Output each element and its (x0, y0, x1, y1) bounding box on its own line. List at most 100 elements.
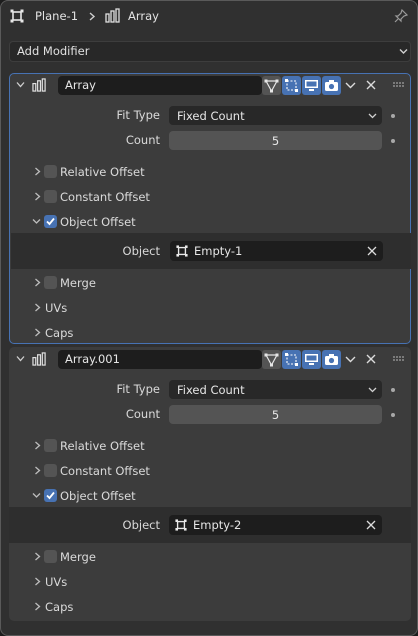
modifier-wrench-icon (105, 8, 120, 23)
extra-options-chevron-icon[interactable] (345, 356, 356, 363)
animate-property-dot[interactable] (391, 413, 395, 417)
expand-chevron-icon[interactable] (34, 278, 41, 287)
edit-mode-toggle[interactable] (262, 350, 281, 369)
constant-offset-checkbox[interactable] (44, 464, 57, 477)
modifier-name-field[interactable]: Array (58, 76, 262, 95)
object-field[interactable]: Empty-1 (170, 241, 383, 261)
object-offset-checkbox[interactable] (44, 215, 57, 228)
expand-chevron-icon[interactable] (34, 167, 41, 176)
fit-type-value: Fixed Count (177, 383, 245, 397)
camera-icon (325, 354, 338, 365)
object-offset-label: Object Offset (60, 215, 136, 229)
add-modifier-label: Add Modifier (17, 44, 90, 58)
relative-offset-checkbox[interactable] (44, 165, 57, 178)
realtime-toggle[interactable] (302, 350, 321, 369)
modifier-name-field[interactable]: Array.001 (58, 350, 262, 369)
expand-chevron-icon[interactable] (34, 466, 41, 475)
object-label: Object (122, 244, 160, 258)
clear-icon[interactable] (367, 246, 377, 256)
monitor-icon (305, 80, 318, 91)
fit-type-label: Fit Type (116, 108, 160, 122)
caps-label[interactable]: Caps (45, 326, 73, 340)
drag-handle-icon[interactable] (393, 356, 405, 362)
count-field[interactable]: 5 (169, 405, 382, 424)
add-modifier-dropdown[interactable]: Add Modifier (9, 41, 411, 62)
edit-mode-icon (264, 353, 279, 367)
merge-label: Merge (60, 276, 96, 290)
checkmark-icon (46, 217, 55, 226)
edit-mode-icon (264, 79, 279, 93)
render-toggle[interactable] (322, 76, 341, 95)
merge-checkbox[interactable] (44, 550, 57, 563)
expand-chevron-icon[interactable] (34, 303, 41, 312)
collapse-chevron-icon[interactable] (16, 355, 25, 363)
chevron-down-icon (368, 113, 377, 119)
constant-offset-label: Constant Offset (60, 464, 150, 478)
checkmark-icon (46, 491, 55, 500)
uvs-label[interactable]: UVs (45, 301, 67, 315)
constant-offset-label: Constant Offset (60, 190, 150, 204)
object-value: Empty-2 (193, 518, 242, 532)
expand-chevron-icon[interactable] (34, 552, 41, 561)
array-modifier-icon (32, 78, 46, 92)
expand-chevron-icon[interactable] (34, 602, 41, 611)
collapse-chevron-icon[interactable] (32, 492, 41, 499)
extra-options-chevron-icon[interactable] (345, 82, 356, 89)
realtime-toggle[interactable] (302, 76, 321, 95)
close-icon[interactable] (366, 80, 376, 90)
breadcrumb-modifier-name[interactable]: Array (128, 9, 159, 23)
object-field[interactable]: Empty-2 (169, 515, 382, 535)
modifier-panel-array: Array Fit Type Fixed Count Count 5 Relat… (9, 73, 411, 344)
on-cage-toggle[interactable] (282, 350, 301, 369)
animate-property-dot[interactable] (391, 114, 395, 118)
pin-icon[interactable] (394, 9, 408, 23)
clear-icon[interactable] (366, 520, 376, 530)
merge-label: Merge (60, 550, 96, 564)
count-label: Count (125, 407, 160, 421)
empty-object-icon (175, 519, 187, 531)
object-value: Empty-1 (194, 244, 243, 258)
relative-offset-label: Relative Offset (60, 439, 145, 453)
relative-offset-checkbox[interactable] (44, 439, 57, 452)
on-cage-icon (285, 79, 298, 92)
object-offset-checkbox[interactable] (44, 489, 57, 502)
render-toggle[interactable] (322, 350, 341, 369)
count-value: 5 (271, 134, 280, 148)
caps-label[interactable]: Caps (45, 600, 73, 614)
monitor-icon (305, 354, 318, 365)
fit-type-value: Fixed Count (177, 109, 245, 123)
object-label: Object (122, 518, 160, 532)
breadcrumb-object-name[interactable]: Plane-1 (35, 9, 78, 23)
expand-chevron-icon[interactable] (34, 192, 41, 201)
count-value: 5 (271, 408, 280, 422)
expand-chevron-icon[interactable] (34, 441, 41, 450)
on-cage-icon (285, 353, 298, 366)
modifier-name-value: Array (65, 78, 96, 92)
fit-type-select[interactable]: Fixed Count (169, 106, 382, 125)
expand-chevron-icon[interactable] (34, 577, 41, 586)
drag-handle-icon[interactable] (393, 82, 405, 88)
constant-offset-checkbox[interactable] (44, 190, 57, 203)
modifier-name-value: Array.001 (65, 352, 120, 366)
collapse-chevron-icon[interactable] (32, 218, 41, 225)
collapse-chevron-icon[interactable] (16, 81, 25, 89)
animate-property-dot[interactable] (391, 388, 395, 392)
chevron-down-icon (399, 49, 408, 54)
on-cage-toggle[interactable] (282, 76, 301, 95)
plane-object-icon (10, 9, 24, 23)
edit-mode-toggle[interactable] (262, 76, 281, 95)
animate-property-dot[interactable] (391, 139, 395, 143)
count-field[interactable]: 5 (169, 131, 382, 150)
expand-chevron-icon[interactable] (34, 328, 41, 337)
object-offset-subpanel: Object Empty-1 (11, 233, 411, 269)
chevron-down-icon (368, 387, 377, 393)
empty-object-icon (176, 245, 188, 257)
close-icon[interactable] (366, 354, 376, 364)
camera-icon (325, 80, 338, 91)
array-modifier-icon (32, 352, 46, 366)
breadcrumb-separator-icon (89, 12, 96, 21)
properties-editor: Plane-1 Array Add Modifier Array Fit Typ… (0, 0, 418, 636)
fit-type-select[interactable]: Fixed Count (169, 380, 382, 399)
merge-checkbox[interactable] (44, 276, 57, 289)
uvs-label[interactable]: UVs (45, 575, 67, 589)
